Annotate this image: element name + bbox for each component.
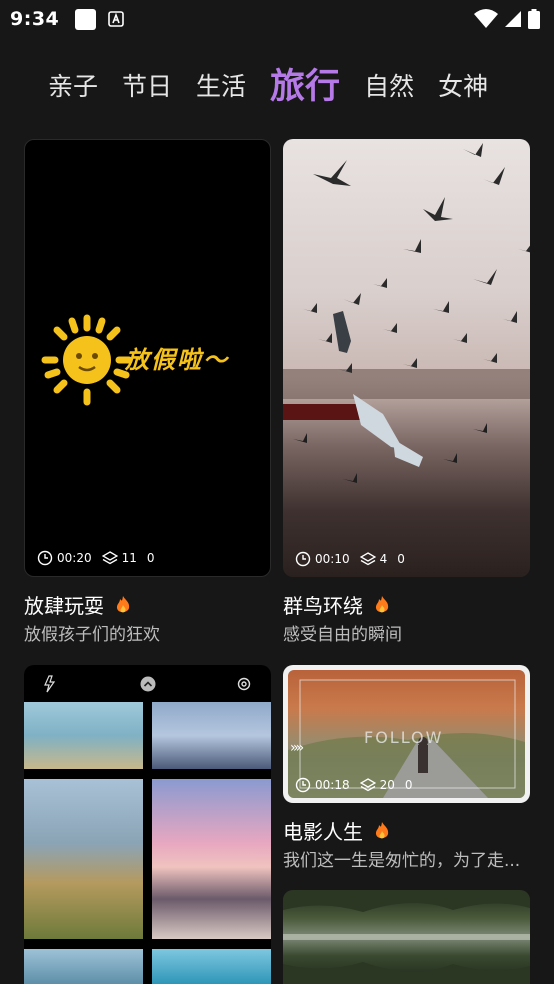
battery-icon (528, 9, 540, 29)
card-title-text: 电影人生 (283, 820, 363, 844)
signal-icon (505, 11, 521, 27)
card-title-text: 放肆玩耍 (24, 594, 104, 618)
template-thumbnail-birds[interactable]: 00:10 4 0 (283, 139, 530, 577)
collage-photo-woman-grass (24, 779, 143, 939)
card-title[interactable]: 群鸟环绕 (283, 590, 391, 619)
settings-gear-icon (237, 677, 251, 691)
collage-photo-pink-sky (152, 779, 271, 939)
collage-photo-beach (24, 702, 143, 769)
vacation-overlay-text: 放假啦～ (125, 346, 229, 374)
follow-overlay-text: FOLLOW (364, 728, 444, 747)
tab-life[interactable]: 生活 (196, 60, 246, 114)
use-count: 0 (146, 551, 155, 565)
card-title[interactable]: 放肆玩耍 (24, 590, 132, 619)
collage-photo-bottom-right (152, 949, 271, 984)
duration-label: 00:10 (315, 552, 350, 566)
use-count: 0 (404, 778, 413, 792)
notification-square-icon (75, 8, 97, 30)
sun-illustration-icon (41, 314, 133, 406)
use-count: 0 (397, 552, 405, 566)
layers-icon (101, 551, 118, 565)
tab-family[interactable]: 亲子 (48, 60, 98, 114)
status-bar: 9:34 (0, 0, 554, 38)
clock-icon (295, 777, 311, 793)
layers-icon (359, 778, 376, 792)
mirrored-landscape-illustration (283, 890, 530, 984)
tab-festival[interactable]: 节日 (122, 60, 172, 114)
template-thumbnail-landscape[interactable] (283, 890, 530, 984)
duration-label: 00:18 (315, 778, 350, 792)
fire-icon (375, 821, 389, 838)
fast-forward-icon: »» (290, 740, 304, 756)
fire-icon (116, 595, 130, 612)
collage-photo-bottom-left (24, 949, 143, 984)
layers-count: 4 (379, 552, 388, 566)
category-tabs: 亲子 节日 生活 旅行 自然 女神 (0, 60, 554, 114)
wifi-icon (474, 9, 498, 28)
birds-scene-illustration (283, 143, 530, 483)
collage-photo-sunset-boats (152, 702, 271, 769)
chevron-up-icon (140, 676, 156, 692)
card-meta: 00:10 4 0 (295, 551, 415, 567)
flash-auto-icon (44, 675, 56, 693)
tab-nature[interactable]: 自然 (364, 60, 414, 114)
tab-goddess[interactable]: 女神 (438, 60, 488, 114)
template-thumbnail-movie[interactable]: FOLLOW »» 00:18 20 0 (283, 665, 530, 803)
clock-icon (295, 551, 311, 567)
layers-count: 20 (379, 778, 395, 792)
layers-count: 11 (121, 551, 137, 565)
layers-icon (359, 552, 376, 566)
template-thumbnail-vacation[interactable]: 放假啦～ 00:20 11 0 (24, 139, 271, 577)
app-a-icon (108, 11, 125, 27)
card-subtitle: 我们这一生是匆忙的，为了走... (283, 851, 521, 871)
card-subtitle: 放假孩子们的狂欢 (24, 625, 160, 645)
template-thumbnail-collage[interactable] (24, 665, 271, 984)
duration-label: 00:20 (57, 551, 92, 565)
card-title[interactable]: 电影人生 (283, 816, 391, 845)
status-time: 9:34 (10, 8, 60, 30)
card-title-text: 群鸟环绕 (283, 594, 363, 618)
card-meta: 00:18 20 0 (295, 777, 423, 793)
card-meta: 00:20 11 0 (37, 550, 165, 566)
card-subtitle: 感受自由的瞬间 (283, 625, 402, 645)
fire-icon (375, 595, 389, 612)
clock-icon (37, 550, 53, 566)
tab-travel[interactable]: 旅行 (270, 60, 340, 114)
